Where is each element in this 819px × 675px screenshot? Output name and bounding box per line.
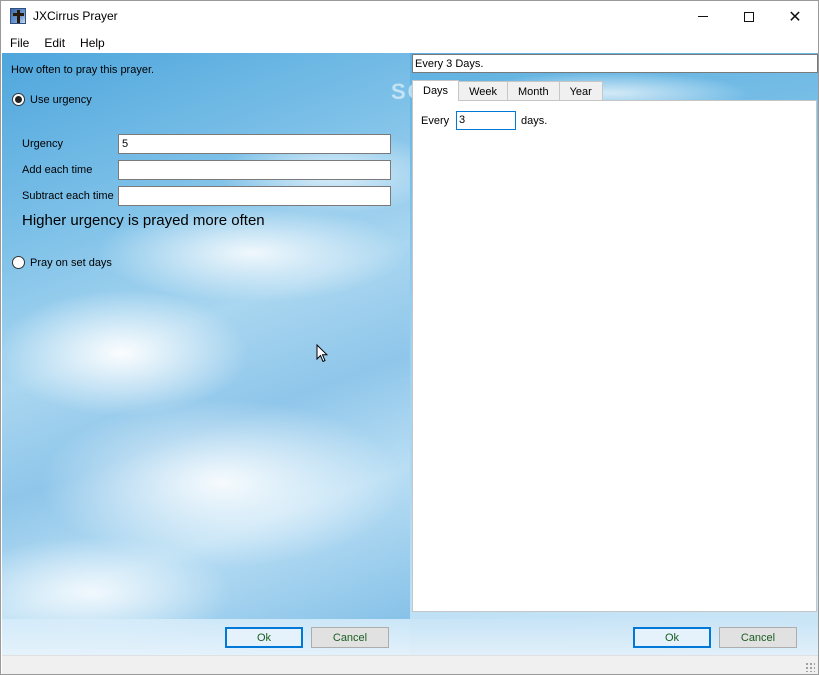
close-button[interactable]: ✕ <box>772 1 818 32</box>
title-bar: JXCirrus Prayer ✕ <box>1 1 818 32</box>
close-icon: ✕ <box>788 7 802 26</box>
schedule-summary: Every 3 Days. <box>412 54 818 73</box>
right-cancel-label: Cancel <box>740 631 776 644</box>
menu-edit[interactable]: Edit <box>36 36 72 50</box>
app-cross-icon <box>10 8 26 24</box>
left-ok-button[interactable]: Ok <box>225 627 303 648</box>
days-tab-panel <box>412 100 817 612</box>
frequency-question: How often to pray this prayer. <box>11 64 155 76</box>
minimize-icon <box>698 16 708 17</box>
every-label: Every <box>421 115 450 127</box>
days-unit-label: days. <box>521 115 548 127</box>
resize-grip-icon[interactable] <box>805 662 815 672</box>
set-days-option[interactable]: Pray on set days <box>12 256 112 269</box>
right-ok-label: Ok <box>664 631 680 644</box>
menu-help[interactable]: Help <box>72 36 112 50</box>
set-days-label: Pray on set days <box>30 256 112 269</box>
use-urgency-radio[interactable] <box>12 93 25 106</box>
urgency-hint: Higher urgency is prayed more often <box>22 212 265 229</box>
use-urgency-option[interactable]: Use urgency <box>12 93 92 106</box>
maximize-button[interactable] <box>726 1 772 32</box>
subtract-each-time-label: Subtract each time <box>22 190 114 202</box>
tab-week[interactable]: Week <box>458 81 508 101</box>
menu-file[interactable]: File <box>1 36 36 50</box>
left-cancel-label: Cancel <box>332 631 368 644</box>
tab-month[interactable]: Month <box>506 81 560 101</box>
minimize-button[interactable] <box>680 1 726 32</box>
right-cancel-button[interactable]: Cancel <box>719 627 797 648</box>
right-ok-button[interactable]: Ok <box>633 627 711 648</box>
left-cancel-button[interactable]: Cancel <box>311 627 389 648</box>
subtract-each-time-input[interactable] <box>118 186 391 206</box>
left-ok-label: Ok <box>256 631 272 644</box>
every-days-input[interactable]: 3 <box>456 111 516 130</box>
maximize-icon <box>744 11 754 22</box>
use-urgency-label: Use urgency <box>30 93 92 106</box>
urgency-label: Urgency <box>22 138 63 150</box>
app-window: JXCirrus Prayer ✕ File Edit Help How oft… <box>0 0 819 675</box>
tab-days[interactable]: Days <box>412 80 460 101</box>
schedule-tabs: Days Week Month Year <box>412 80 603 101</box>
window-title: JXCirrus Prayer <box>33 9 118 23</box>
set-days-radio[interactable] <box>12 256 25 269</box>
urgency-input[interactable]: 5 <box>118 134 391 154</box>
tab-year[interactable]: Year <box>558 81 603 101</box>
menu-bar: File Edit Help <box>1 32 818 53</box>
add-each-time-input[interactable] <box>118 160 391 180</box>
status-bar <box>2 655 818 674</box>
add-each-time-label: Add each time <box>22 164 93 176</box>
